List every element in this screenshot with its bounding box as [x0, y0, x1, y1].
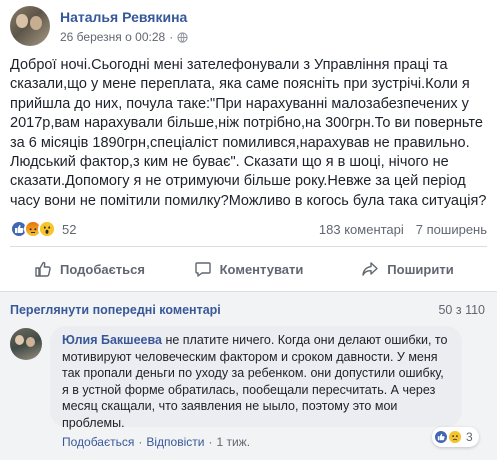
commenter-name[interactable]: Юлия Бакшеева	[62, 333, 162, 347]
comment-label: Коментувати	[219, 261, 304, 277]
engagement-counts: 183 коментарі 7 поширень	[319, 222, 487, 237]
like-icon	[434, 430, 448, 444]
like-label: Подобається	[60, 261, 145, 277]
post-meta: 26 березня о 00:28 ·	[60, 30, 188, 44]
wow-icon	[38, 220, 56, 238]
comment-bubble: Юлия Бакшеева не платите ничего. Когда о…	[50, 326, 462, 430]
thumbs-up-icon	[35, 261, 51, 277]
share-label: Поширити	[387, 261, 454, 277]
post-header: Наталья Ревякина 26 березня о 00:28 ·	[10, 6, 480, 50]
comments-section: Переглянути попередні коментарі 50 з 110…	[0, 291, 497, 460]
globe-icon	[177, 31, 188, 43]
comment-reactions[interactable]: 3	[432, 427, 479, 447]
author-avatar[interactable]	[10, 6, 50, 46]
divider	[10, 246, 487, 247]
like-button[interactable]: Подобається	[10, 252, 169, 286]
comment-text: не платите ничего. Когда они делают ошиб…	[62, 333, 448, 430]
post-date[interactable]: 26 березня о 00:28	[60, 30, 165, 44]
shares-count[interactable]: 7 поширень	[416, 222, 487, 237]
share-icon	[362, 262, 378, 276]
comments-counter: 50 з 110	[438, 303, 485, 317]
comment-button[interactable]: Коментувати	[169, 252, 328, 286]
sep-dot: ·	[138, 435, 143, 449]
comment-like-link[interactable]: Подобається	[62, 435, 134, 449]
sep-dot: ·	[208, 435, 213, 449]
share-button[interactable]: Поширити	[328, 252, 487, 286]
view-previous-comments-link[interactable]: Переглянути попередні коментарі	[10, 303, 221, 317]
comment-actions: Подобається · Відповісти · 1 тиж.	[62, 435, 250, 449]
comment-icon	[194, 262, 211, 277]
comment-reaction-count: 3	[466, 430, 473, 444]
comment-reply-link[interactable]: Відповісти	[146, 435, 204, 449]
reaction-icons[interactable]	[10, 220, 56, 238]
sep-dot: ·	[169, 30, 174, 44]
commenter-avatar[interactable]	[10, 328, 42, 360]
post-author-name[interactable]: Наталья Ревякина	[60, 9, 187, 25]
reaction-count[interactable]: 52	[62, 222, 76, 237]
sad-icon	[448, 430, 462, 444]
comment-time[interactable]: 1 тиж.	[216, 435, 250, 449]
post-text: Доброї ночі.Сьогодні мені зателефонували…	[10, 57, 487, 209]
comments-count[interactable]: 183 коментарі	[319, 222, 404, 237]
reactions-summary: 52 183 коментарі 7 поширень	[10, 218, 487, 240]
post-actions: Подобається Коментувати Поширити	[10, 252, 487, 286]
